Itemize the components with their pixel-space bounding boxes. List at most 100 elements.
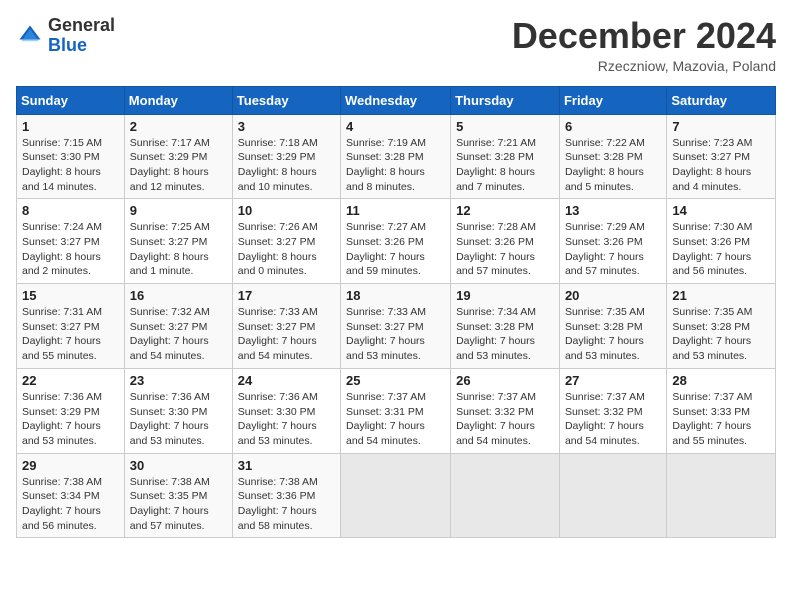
day-number: 2	[130, 119, 227, 134]
calendar-cell: 31 Sunrise: 7:38 AMSunset: 3:36 PMDayligh…	[232, 453, 340, 538]
day-number: 1	[22, 119, 119, 134]
title-area: December 2024 Rzeczniow, Mazovia, Poland	[512, 16, 776, 74]
day-detail: Sunrise: 7:38 AMSunset: 3:35 PMDaylight:…	[130, 475, 227, 534]
day-detail: Sunrise: 7:27 AMSunset: 3:26 PMDaylight:…	[346, 220, 445, 279]
day-number: 27	[565, 373, 661, 388]
calendar-cell: 30 Sunrise: 7:38 AMSunset: 3:35 PMDayligh…	[124, 453, 232, 538]
day-number: 28	[672, 373, 770, 388]
day-number: 16	[130, 288, 227, 303]
column-header-friday: Friday	[559, 86, 666, 114]
day-detail: Sunrise: 7:17 AMSunset: 3:29 PMDaylight:…	[130, 136, 227, 195]
day-detail: Sunrise: 7:32 AMSunset: 3:27 PMDaylight:…	[130, 305, 227, 364]
calendar-cell	[451, 453, 560, 538]
location: Rzeczniow, Mazovia, Poland	[512, 58, 776, 74]
calendar-cell: 28 Sunrise: 7:37 AMSunset: 3:33 PMDayligh…	[667, 368, 776, 453]
day-detail: Sunrise: 7:38 AMSunset: 3:36 PMDaylight:…	[238, 475, 335, 534]
column-header-tuesday: Tuesday	[232, 86, 340, 114]
day-number: 24	[238, 373, 335, 388]
day-number: 10	[238, 203, 335, 218]
calendar-cell: 25 Sunrise: 7:37 AMSunset: 3:31 PMDayligh…	[341, 368, 451, 453]
day-detail: Sunrise: 7:33 AMSunset: 3:27 PMDaylight:…	[346, 305, 445, 364]
day-detail: Sunrise: 7:37 AMSunset: 3:32 PMDaylight:…	[456, 390, 554, 449]
logo: General Blue	[16, 16, 115, 56]
day-number: 3	[238, 119, 335, 134]
calendar-cell: 5 Sunrise: 7:21 AMSunset: 3:28 PMDaylight…	[451, 114, 560, 199]
logo-blue: Blue	[48, 35, 87, 55]
day-number: 25	[346, 373, 445, 388]
day-detail: Sunrise: 7:37 AMSunset: 3:32 PMDaylight:…	[565, 390, 661, 449]
week-row-5: 29 Sunrise: 7:38 AMSunset: 3:34 PMDayligh…	[17, 453, 776, 538]
week-row-2: 8 Sunrise: 7:24 AMSunset: 3:27 PMDaylight…	[17, 199, 776, 284]
calendar-cell: 22 Sunrise: 7:36 AMSunset: 3:29 PMDayligh…	[17, 368, 125, 453]
column-header-monday: Monday	[124, 86, 232, 114]
day-number: 9	[130, 203, 227, 218]
calendar-cell: 17 Sunrise: 7:33 AMSunset: 3:27 PMDayligh…	[232, 284, 340, 369]
calendar-cell: 7 Sunrise: 7:23 AMSunset: 3:27 PMDaylight…	[667, 114, 776, 199]
day-number: 7	[672, 119, 770, 134]
day-detail: Sunrise: 7:25 AMSunset: 3:27 PMDaylight:…	[130, 220, 227, 279]
day-detail: Sunrise: 7:37 AMSunset: 3:31 PMDaylight:…	[346, 390, 445, 449]
calendar-cell: 3 Sunrise: 7:18 AMSunset: 3:29 PMDaylight…	[232, 114, 340, 199]
calendar-header-row: SundayMondayTuesdayWednesdayThursdayFrid…	[17, 86, 776, 114]
day-detail: Sunrise: 7:18 AMSunset: 3:29 PMDaylight:…	[238, 136, 335, 195]
calendar-cell: 1 Sunrise: 7:15 AMSunset: 3:30 PMDaylight…	[17, 114, 125, 199]
day-number: 17	[238, 288, 335, 303]
month-title: December 2024	[512, 16, 776, 56]
calendar-cell: 11 Sunrise: 7:27 AMSunset: 3:26 PMDayligh…	[341, 199, 451, 284]
calendar-cell: 23Sunrise: 7:36 AMSunset: 3:30 PMDayligh…	[124, 368, 232, 453]
calendar-cell: 26 Sunrise: 7:37 AMSunset: 3:32 PMDayligh…	[451, 368, 560, 453]
day-detail: Sunrise: 7:23 AMSunset: 3:27 PMDaylight:…	[672, 136, 770, 195]
calendar-cell: 27 Sunrise: 7:37 AMSunset: 3:32 PMDayligh…	[559, 368, 666, 453]
day-number: 31	[238, 458, 335, 473]
calendar-cell: 2 Sunrise: 7:17 AMSunset: 3:29 PMDaylight…	[124, 114, 232, 199]
day-detail: Sunrise: 7:33 AMSunset: 3:27 PMDaylight:…	[238, 305, 335, 364]
day-detail: Sunrise: 7:19 AMSunset: 3:28 PMDaylight:…	[346, 136, 445, 195]
calendar-cell: 6Sunrise: 7:22 AMSunset: 3:28 PMDaylight…	[559, 114, 666, 199]
day-detail: Sunrise: 7:24 AMSunset: 3:27 PMDaylight:…	[22, 220, 119, 279]
day-detail: Sunrise: 7:36 AMSunset: 3:30 PMDaylight:…	[130, 390, 227, 449]
calendar-cell: 10Sunrise: 7:26 AMSunset: 3:27 PMDayligh…	[232, 199, 340, 284]
day-number: 22	[22, 373, 119, 388]
logo-text: General Blue	[48, 16, 115, 56]
calendar-cell	[667, 453, 776, 538]
column-header-saturday: Saturday	[667, 86, 776, 114]
day-detail: Sunrise: 7:36 AMSunset: 3:29 PMDaylight:…	[22, 390, 119, 449]
day-number: 5	[456, 119, 554, 134]
calendar-cell: 12Sunrise: 7:28 AMSunset: 3:26 PMDayligh…	[451, 199, 560, 284]
calendar-cell: 24 Sunrise: 7:36 AMSunset: 3:30 PMDayligh…	[232, 368, 340, 453]
day-number: 4	[346, 119, 445, 134]
calendar-cell: 21Sunrise: 7:35 AMSunset: 3:28 PMDayligh…	[667, 284, 776, 369]
day-number: 11	[346, 203, 445, 218]
page-header: General Blue December 2024 Rzeczniow, Ma…	[16, 16, 776, 74]
logo-general: General	[48, 15, 115, 35]
day-detail: Sunrise: 7:35 AMSunset: 3:28 PMDaylight:…	[672, 305, 770, 364]
day-number: 29	[22, 458, 119, 473]
column-header-sunday: Sunday	[17, 86, 125, 114]
day-detail: Sunrise: 7:38 AMSunset: 3:34 PMDaylight:…	[22, 475, 119, 534]
day-detail: Sunrise: 7:15 AMSunset: 3:30 PMDaylight:…	[22, 136, 119, 195]
week-row-1: 1 Sunrise: 7:15 AMSunset: 3:30 PMDaylight…	[17, 114, 776, 199]
day-number: 30	[130, 458, 227, 473]
day-detail: Sunrise: 7:30 AMSunset: 3:26 PMDaylight:…	[672, 220, 770, 279]
day-number: 26	[456, 373, 554, 388]
calendar-cell: 15Sunrise: 7:31 AMSunset: 3:27 PMDayligh…	[17, 284, 125, 369]
calendar-cell: 9 Sunrise: 7:25 AMSunset: 3:27 PMDaylight…	[124, 199, 232, 284]
column-header-thursday: Thursday	[451, 86, 560, 114]
day-detail: Sunrise: 7:22 AMSunset: 3:28 PMDaylight:…	[565, 136, 661, 195]
day-detail: Sunrise: 7:36 AMSunset: 3:30 PMDaylight:…	[238, 390, 335, 449]
day-detail: Sunrise: 7:21 AMSunset: 3:28 PMDaylight:…	[456, 136, 554, 195]
calendar-cell: 18 Sunrise: 7:33 AMSunset: 3:27 PMDayligh…	[341, 284, 451, 369]
day-detail: Sunrise: 7:29 AMSunset: 3:26 PMDaylight:…	[565, 220, 661, 279]
logo-icon	[16, 22, 44, 50]
calendar-cell	[341, 453, 451, 538]
day-number: 8	[22, 203, 119, 218]
calendar-cell: 20Sunrise: 7:35 AMSunset: 3:28 PMDayligh…	[559, 284, 666, 369]
day-detail: Sunrise: 7:37 AMSunset: 3:33 PMDaylight:…	[672, 390, 770, 449]
day-number: 18	[346, 288, 445, 303]
week-row-4: 22 Sunrise: 7:36 AMSunset: 3:29 PMDayligh…	[17, 368, 776, 453]
column-header-wednesday: Wednesday	[341, 86, 451, 114]
calendar-cell: 19Sunrise: 7:34 AMSunset: 3:28 PMDayligh…	[451, 284, 560, 369]
day-number: 15	[22, 288, 119, 303]
calendar-table: SundayMondayTuesdayWednesdayThursdayFrid…	[16, 86, 776, 539]
day-number: 14	[672, 203, 770, 218]
